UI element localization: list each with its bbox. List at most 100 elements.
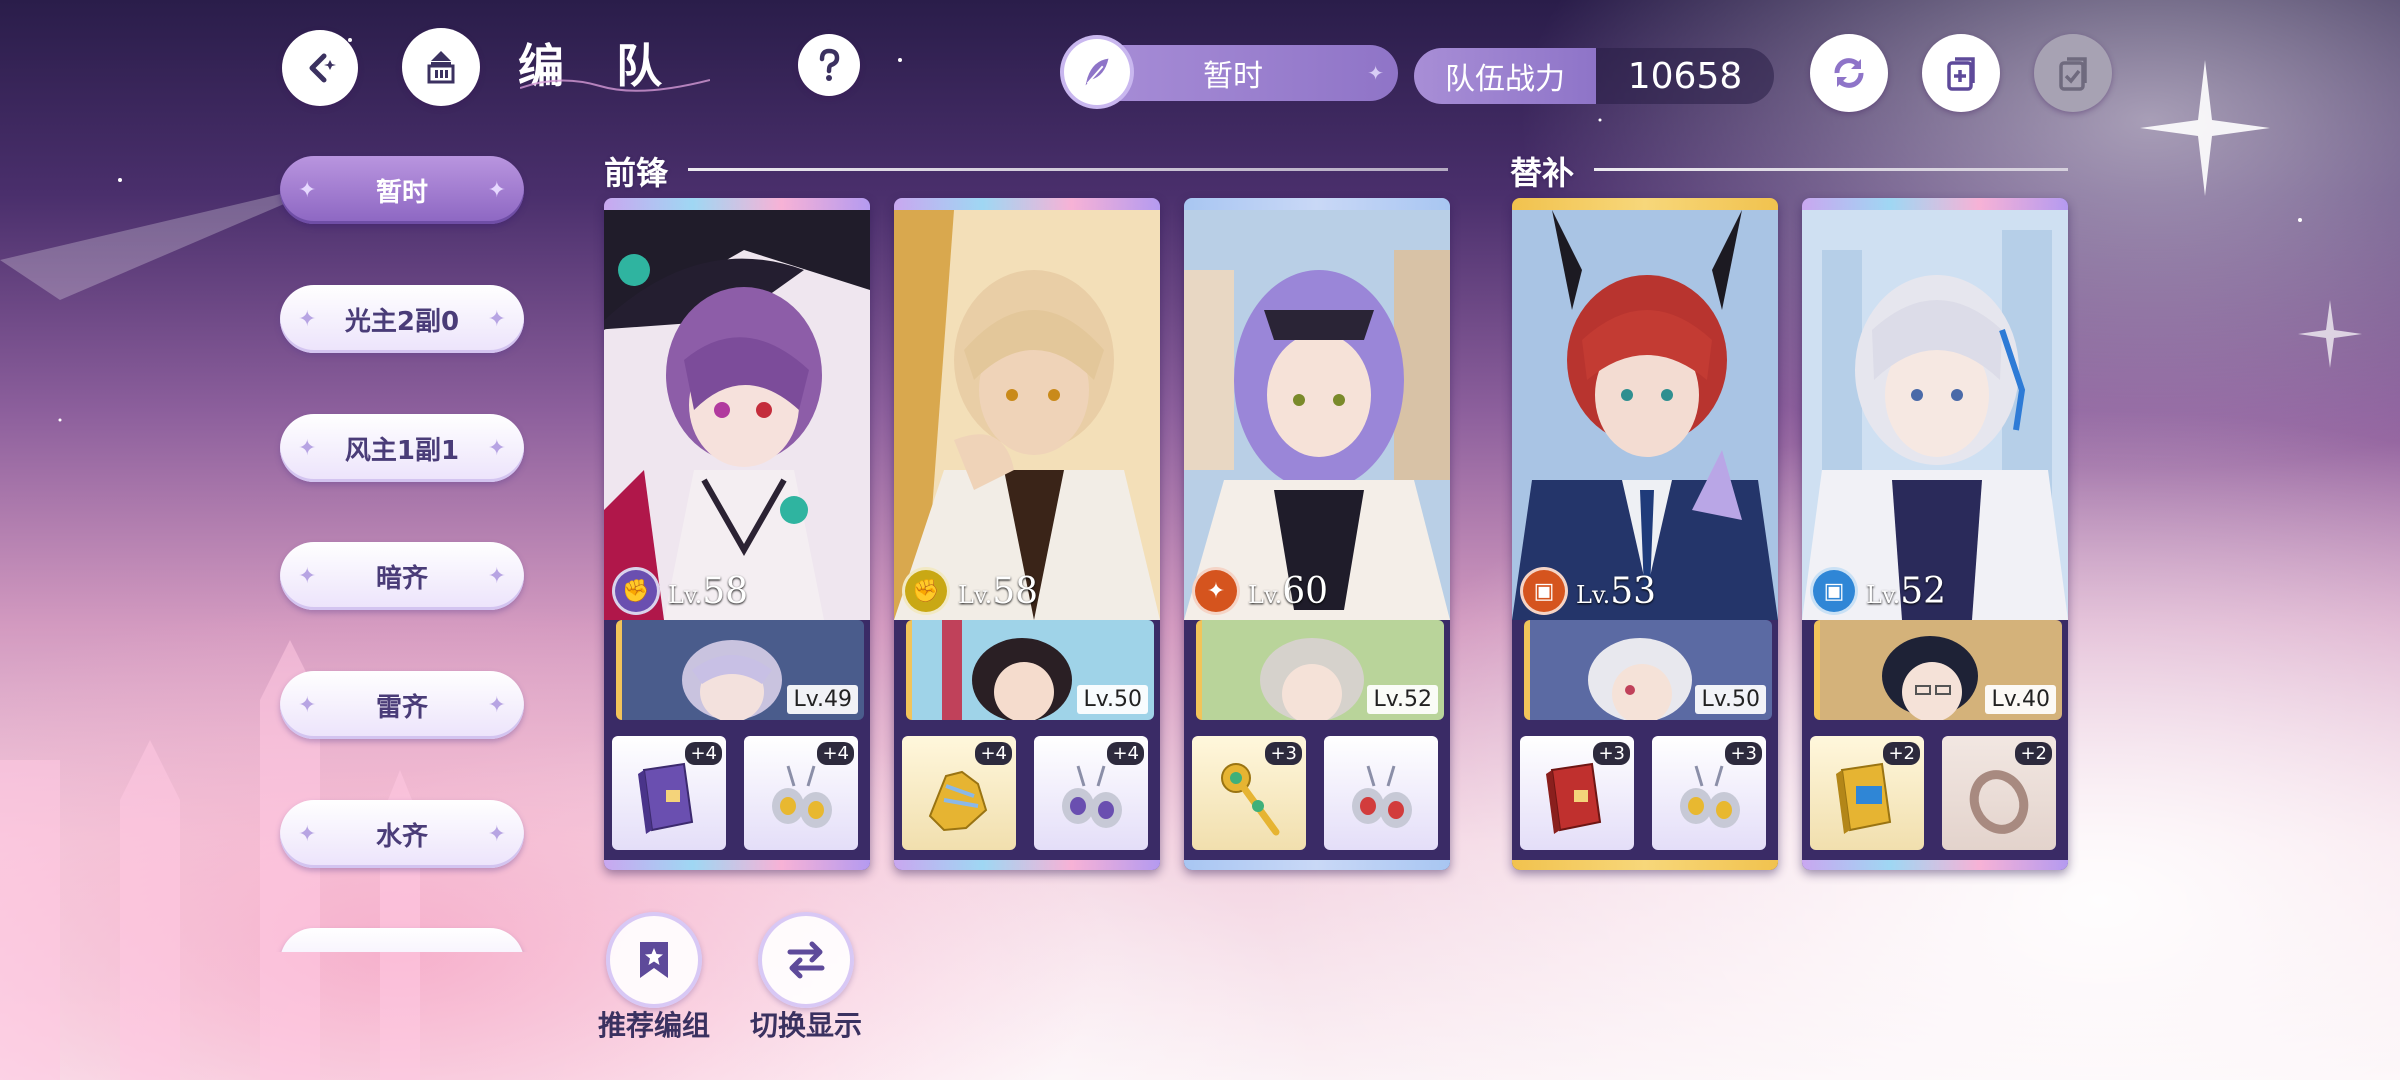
level-prefix: Lv. (958, 580, 993, 609)
gold-staff-icon (1221, 763, 1280, 836)
character-portrait (894, 210, 1160, 620)
team-tab-4[interactable]: ✦ 暗齐 ✦ (280, 542, 524, 610)
rarity-bar (604, 860, 870, 870)
equipment-slot-2[interactable]: +3 (1652, 736, 1766, 850)
level-badge: ▣ Lv.53 (1520, 567, 1736, 615)
equipment-slot-2[interactable]: +4 (744, 736, 858, 850)
purple-earring-icon (1062, 765, 1122, 828)
team-name: 暂时 (1203, 59, 1263, 94)
gold-gauntlet-icon (928, 770, 988, 832)
equipment-slot-2[interactable]: +2 (1942, 736, 2056, 850)
level-badge: ✊ Lv.58 (902, 567, 1118, 615)
equipment-slot-2[interactable] (1324, 736, 1438, 850)
equipment-slot-2[interactable]: +4 (1034, 736, 1148, 850)
character-card-4[interactable]: ▣ Lv.53 Lv.50 +3 +3 (1512, 198, 1778, 870)
bookmark-star-icon (640, 942, 668, 978)
support-portrait[interactable]: Lv.52 (1196, 620, 1444, 720)
gold-earring-icon (772, 765, 832, 828)
level-value: 60 (1282, 570, 1329, 612)
add-copy-icon (1947, 57, 1975, 91)
support-level: Lv.50 (1695, 685, 1766, 714)
sparkle-icon: ✦ (487, 306, 506, 332)
support-level: Lv.49 (787, 685, 858, 714)
level-prefix: Lv. (1248, 580, 1283, 609)
diamond-icon: ✦ (1367, 61, 1384, 85)
reserve-section-line (1594, 168, 2068, 171)
character-card-5[interactable]: ▣ Lv.52 Lv.40 +2 +2 (1802, 198, 2068, 870)
fist-icon: ✊ (612, 567, 660, 615)
rarity-bar (1184, 860, 1450, 870)
character-portrait (604, 210, 870, 620)
support-portrait[interactable]: Lv.40 (1814, 620, 2062, 720)
rarity-bar (604, 198, 870, 210)
level-prefix: Lv. (1866, 580, 1901, 609)
sparkle-icon: ✦ (298, 435, 317, 461)
blue-book-icon (1836, 762, 1892, 834)
team-power: 队伍战力 10658 (1414, 48, 1774, 104)
feather-icon (1064, 39, 1130, 105)
recommend-team-button[interactable]: 推荐编组 (598, 912, 710, 1044)
equipment-slot-1[interactable]: +3 (1192, 736, 1306, 850)
refresh-button[interactable] (1810, 34, 1888, 112)
character-card-2[interactable]: ✊ Lv.58 Lv.50 +4 +4 (894, 198, 1160, 870)
character-portrait (1802, 210, 2068, 620)
equipment-slot-1[interactable]: +2 (1810, 736, 1924, 850)
support-level: Lv.50 (1077, 685, 1148, 714)
level-value: 52 (1900, 570, 1947, 612)
rarity-bar (1512, 198, 1778, 210)
team-tab-3[interactable]: ✦ 风主1副1 ✦ (280, 414, 524, 482)
home-button[interactable] (402, 28, 480, 106)
level-prefix: Lv. (668, 580, 703, 609)
sparkle-icon: ✦ (487, 177, 506, 203)
support-portrait[interactable]: Lv.49 (616, 620, 864, 720)
switch-display-label: 切换显示 (749, 1009, 862, 1042)
team-list[interactable]: ✦ 暂时 ✦ ✦ 光主2副0 ✦ ✦ 风主1副1 ✦ ✦ 暗齐 ✦ ✦ 雷齐 ✦… (270, 140, 540, 952)
front-section-title: 前锋 (604, 154, 669, 192)
checklist-icon (2059, 57, 2087, 91)
team-tab-7[interactable] (280, 928, 524, 952)
team-tab-label: 暂时 (375, 177, 428, 208)
sparkle-icon: ✦ (487, 821, 506, 847)
back-button[interactable] (282, 30, 358, 106)
sparkle-icon: ✦ (298, 692, 317, 718)
book-icon: ▣ (1810, 567, 1858, 615)
power-value: 10658 (1627, 55, 1743, 97)
book-icon: ▣ (1520, 567, 1568, 615)
title-decoration (520, 79, 710, 92)
team-tab-6[interactable]: ✦ 水齐 ✦ (280, 800, 524, 868)
switch-display-button[interactable]: 切换显示 (750, 912, 862, 1044)
question-icon (819, 48, 840, 81)
team-tab-1[interactable]: ✦ 暂时 ✦ (280, 156, 524, 224)
support-level: Lv.40 (1985, 685, 2056, 714)
team-tab-2[interactable]: ✦ 光主2副0 ✦ (280, 285, 524, 353)
add-team-button[interactable] (1922, 34, 2000, 112)
purple-book-icon (638, 762, 694, 834)
equipment-slot-1[interactable]: +4 (902, 736, 1016, 850)
rarity-bar (894, 860, 1160, 870)
gold-earring-icon (1680, 765, 1740, 828)
character-card-3[interactable]: ✦ Lv.60 Lv.52 +3 (1184, 198, 1450, 870)
help-button[interactable] (798, 34, 860, 96)
character-portrait (1184, 210, 1450, 620)
level-prefix: Lv. (1576, 580, 1611, 609)
team-tab-5[interactable]: ✦ 雷齐 ✦ (280, 671, 524, 739)
refresh-icon (1834, 58, 1864, 88)
level-badge: ✊ Lv.58 (612, 567, 828, 615)
power-label: 队伍战力 (1414, 48, 1596, 104)
equipment-slot-1[interactable]: +3 (1520, 736, 1634, 850)
support-portrait[interactable]: Lv.50 (1524, 620, 1772, 720)
swap-icon (787, 941, 825, 979)
confirm-button[interactable] (2034, 34, 2112, 112)
team-tab-label: 暗齐 (375, 563, 428, 594)
rarity-bar (1802, 198, 2068, 210)
level-value: 58 (702, 570, 749, 612)
sparkle-icon: ✦ (298, 821, 317, 847)
character-card-1[interactable]: ✊ Lv.58 Lv.49 +4 +4 (604, 198, 870, 870)
equipment-slot-1[interactable]: +4 (612, 736, 726, 850)
sparkle-icon: ✦ (298, 177, 317, 203)
rarity-bar (1512, 860, 1778, 870)
fist-icon: ✊ (902, 567, 950, 615)
support-portrait[interactable]: Lv.50 (906, 620, 1154, 720)
team-selector[interactable]: 暂时 ✦ (1064, 39, 1398, 105)
back-arrow-icon (309, 53, 336, 83)
